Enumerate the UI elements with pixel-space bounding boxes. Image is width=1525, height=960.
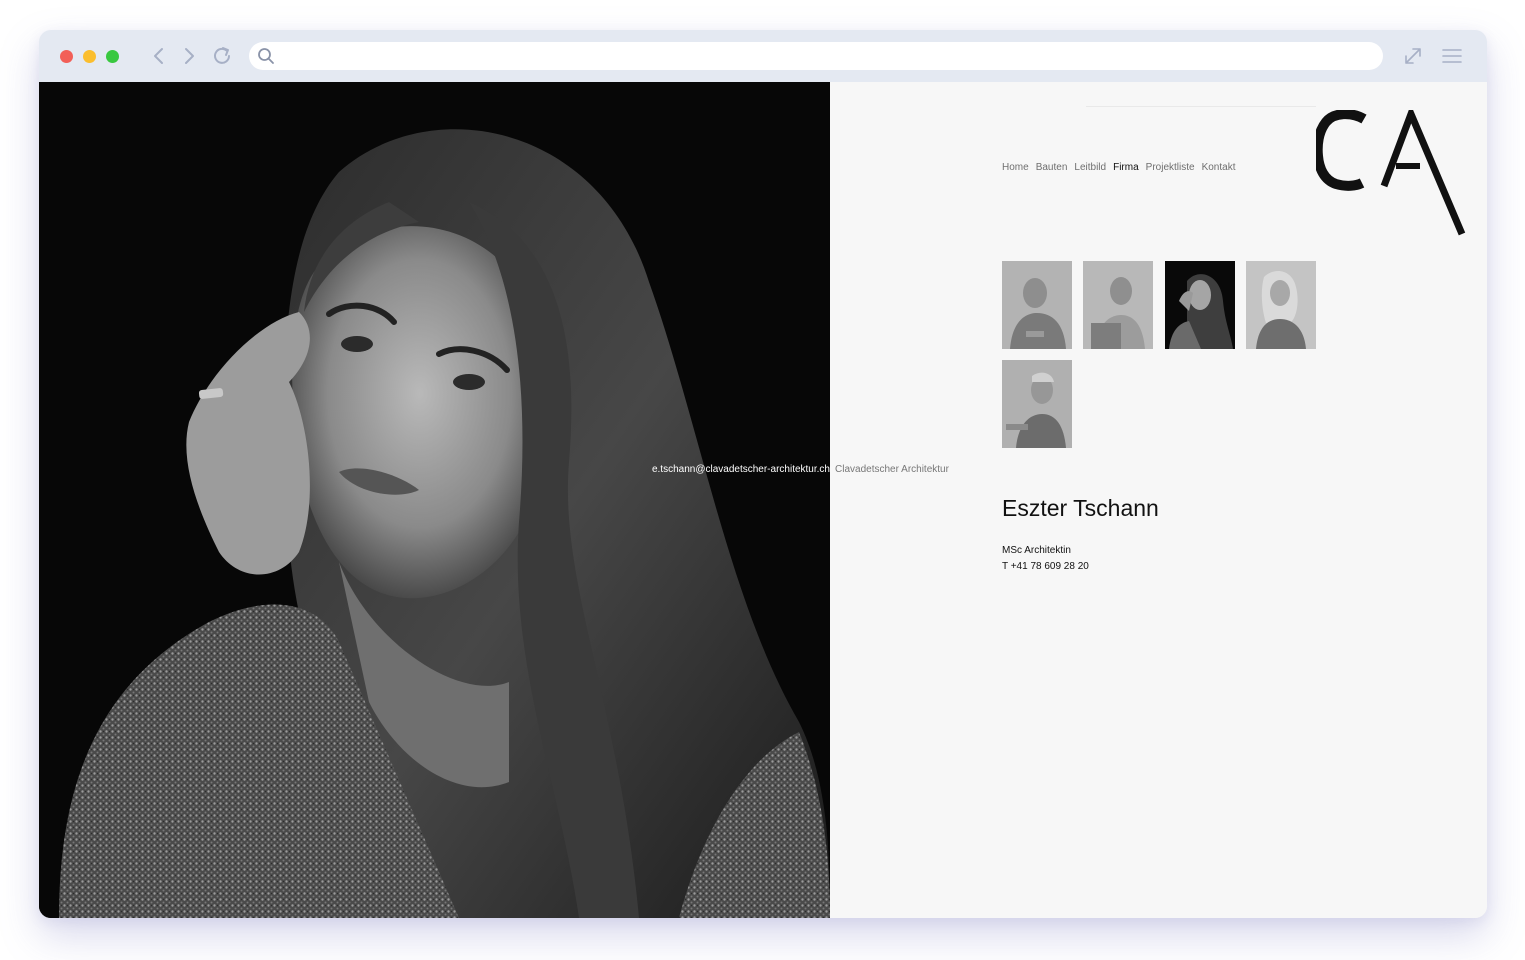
menu-icon[interactable] bbox=[1440, 44, 1464, 68]
person-title: MSc Architektin bbox=[1002, 545, 1071, 556]
close-window-button[interactable] bbox=[60, 50, 73, 63]
site-logo[interactable] bbox=[1312, 104, 1466, 238]
reload-icon[interactable] bbox=[210, 44, 234, 68]
back-icon[interactable] bbox=[147, 44, 171, 68]
nav-firma[interactable]: Firma bbox=[1113, 162, 1139, 173]
search-icon bbox=[257, 47, 275, 65]
nav-home[interactable]: Home bbox=[1002, 162, 1029, 173]
portrait-photo bbox=[39, 82, 830, 918]
nav-bauten[interactable]: Bauten bbox=[1036, 162, 1068, 173]
nav-projektliste[interactable]: Projektliste bbox=[1146, 162, 1195, 173]
browser-window: e.tschann@clavadetscher-architektur.ch C… bbox=[39, 30, 1487, 918]
address-bar[interactable] bbox=[249, 42, 1383, 70]
header-divider bbox=[1086, 106, 1316, 107]
email-link[interactable]: e.tschann@clavadetscher-architektur.ch bbox=[652, 464, 830, 475]
main-nav: Home Bauten Leitbild Firma Projektliste … bbox=[1002, 162, 1235, 173]
team-thumb[interactable] bbox=[1165, 261, 1235, 349]
team-thumb[interactable] bbox=[1002, 360, 1072, 448]
nav-kontakt[interactable]: Kontakt bbox=[1202, 162, 1236, 173]
maximize-window-button[interactable] bbox=[106, 50, 119, 63]
company-caption: Clavadetscher Architektur bbox=[835, 464, 949, 475]
browser-toolbar bbox=[39, 30, 1487, 82]
team-thumb[interactable] bbox=[1246, 261, 1316, 349]
minimize-window-button[interactable] bbox=[83, 50, 96, 63]
expand-icon[interactable] bbox=[1401, 44, 1425, 68]
person-phone[interactable]: T +41 78 609 28 20 bbox=[1002, 561, 1089, 572]
team-thumb[interactable] bbox=[1002, 261, 1072, 349]
nav-leitbild[interactable]: Leitbild bbox=[1074, 162, 1106, 173]
address-input[interactable] bbox=[283, 45, 1377, 69]
page-content: e.tschann@clavadetscher-architektur.ch C… bbox=[39, 82, 1487, 918]
person-name: Eszter Tschann bbox=[1002, 495, 1159, 521]
forward-icon[interactable] bbox=[177, 44, 201, 68]
team-thumb[interactable] bbox=[1083, 261, 1153, 349]
